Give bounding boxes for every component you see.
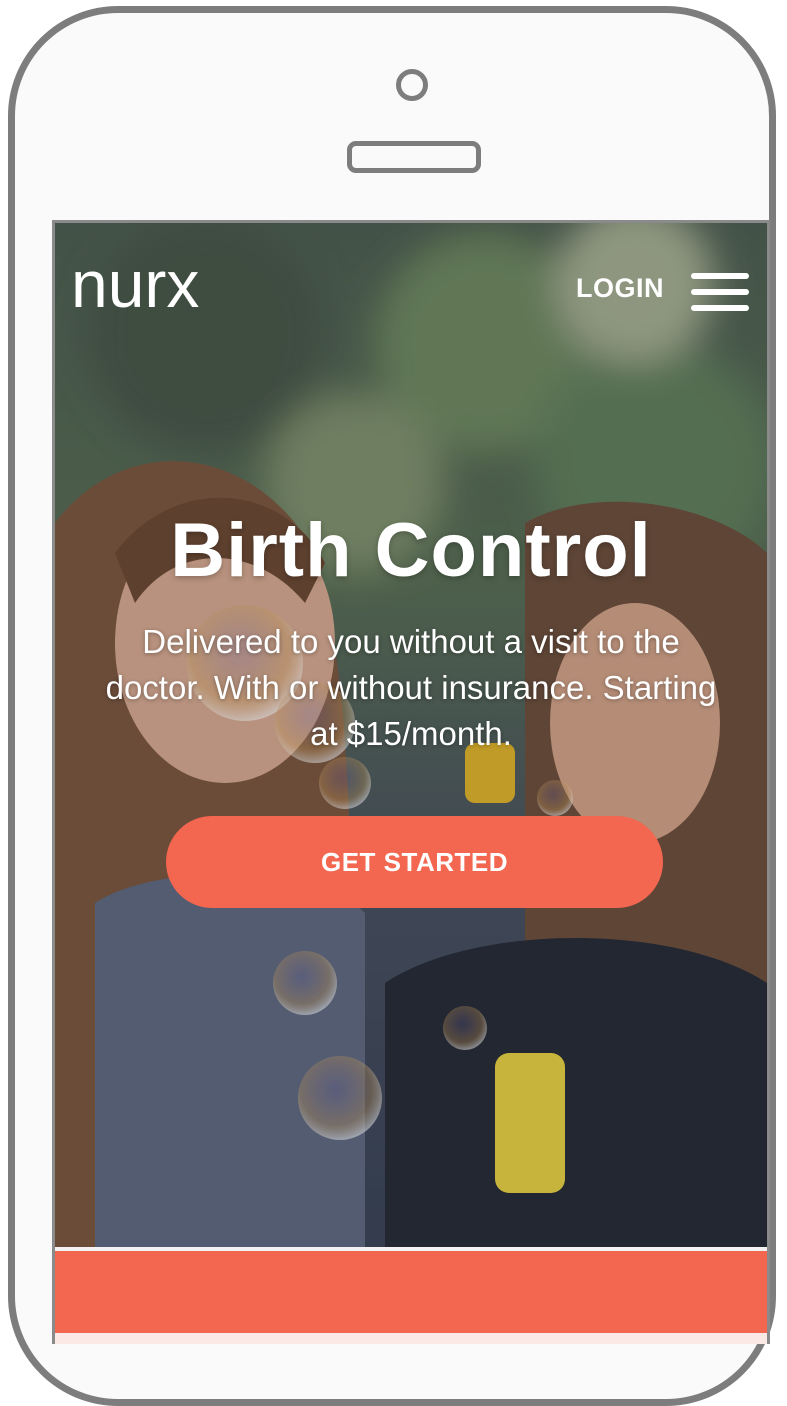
hero-title: Birth Control <box>170 508 652 593</box>
hero-subtitle: Delivered to you without a visit to the … <box>105 623 717 752</box>
logo-wordmark: nurx <box>71 247 199 319</box>
nurx-logo[interactable]: nurx <box>71 247 241 319</box>
front-camera <box>396 69 428 101</box>
phone-screen: nurx LOGIN Birth Control Delivered to yo… <box>52 220 770 1344</box>
phone-frame: nurx LOGIN Birth Control Delivered to yo… <box>8 6 776 1406</box>
earpiece-speaker <box>347 141 481 173</box>
hamburger-menu-icon[interactable] <box>691 273 749 313</box>
get-started-button[interactable]: GET STARTED <box>166 816 663 908</box>
bottom-strip <box>55 1333 767 1344</box>
bottom-accent-band <box>55 1251 767 1333</box>
login-link[interactable]: LOGIN <box>576 273 664 304</box>
